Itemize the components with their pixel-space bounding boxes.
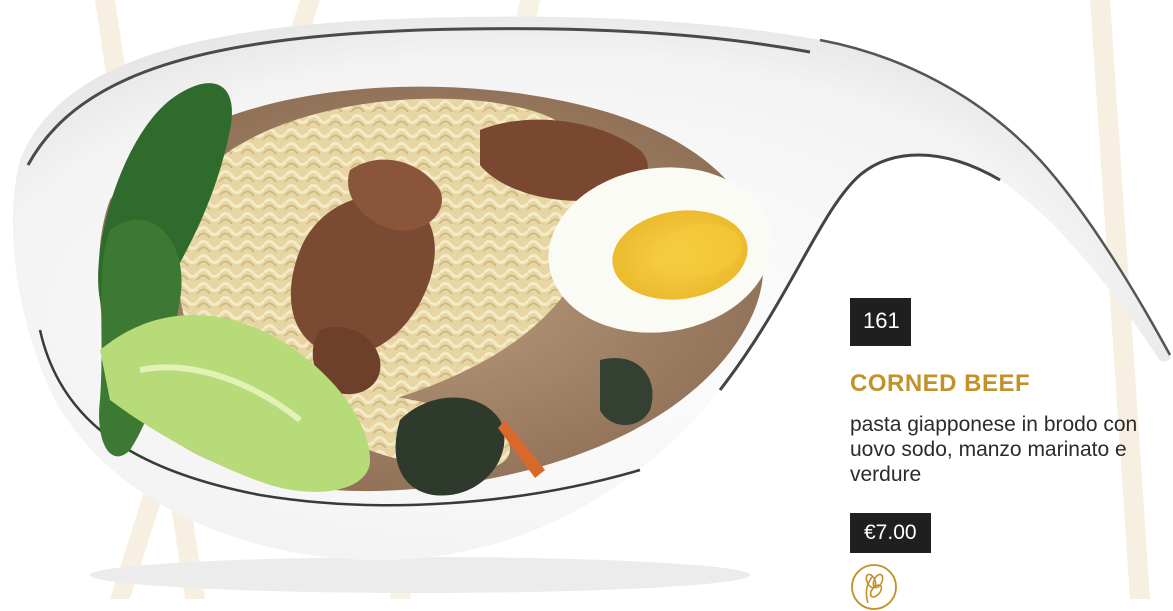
dish-code-badge: 161	[850, 298, 911, 346]
dish-info-panel: 161 CORNED BEEF pasta giapponese in brod…	[850, 298, 1173, 611]
dish-name: CORNED BEEF	[850, 370, 1031, 397]
dish-description: pasta giapponese in brodo con uovo sodo,…	[850, 413, 1138, 487]
price-badge: €7.00	[850, 512, 931, 553]
gluten-wheat-icon	[851, 563, 897, 610]
